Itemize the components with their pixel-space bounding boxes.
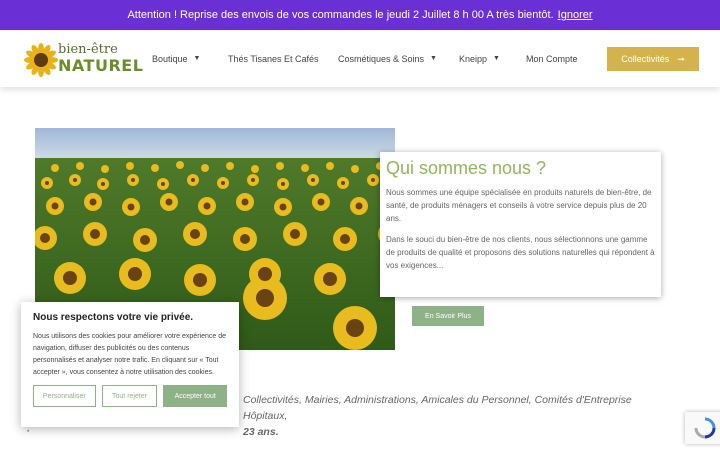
cookie-text: Nous utilisons des cookies pour améliore…	[33, 333, 226, 376]
footer-mark: *	[27, 430, 30, 436]
about-title: Qui sommes nous ?	[386, 158, 547, 178]
cookie-customize-button[interactable]: Personnaliser	[33, 385, 96, 407]
announcement-text: Attention ! Reprise des envois de vos co…	[127, 9, 554, 21]
body-text: Collectivités, Mairies, Administrations,…	[243, 392, 673, 440]
cookie-title: Nous respectons votre vie privée.	[33, 312, 194, 323]
logo-line2: NATUREL	[58, 56, 144, 75]
nav-item-label: Mon Compte	[526, 53, 578, 64]
nav-item-label: Boutique	[152, 53, 188, 64]
site-logo[interactable]: bien-être NATUREL	[24, 42, 143, 77]
body-text-line1: Collectivités, Mairies, Administrations,…	[243, 394, 632, 422]
nav-item-mon-compte[interactable]: Mon Compte	[526, 30, 578, 87]
chevron-down-icon: ▼	[193, 55, 201, 62]
logo-line1: bien-être	[58, 42, 118, 57]
collectivites-button[interactable]: Collectivités ➞	[607, 47, 699, 71]
announcement-bar: Attention ! Reprise des envois de vos co…	[0, 0, 720, 30]
learn-more-button[interactable]: En Savoir Plus	[412, 306, 484, 326]
arrow-right-icon: ➞	[677, 53, 685, 64]
sunflower-logo-icon	[24, 43, 58, 77]
site-header: bien-être NATUREL Boutique ▼ Thés Tisane…	[0, 30, 720, 87]
cookie-buttons: Personnaliser Tout rejeter Accepter tout	[33, 385, 228, 407]
nav-item-label: Cosmétiques & Soins	[338, 53, 425, 64]
cookie-accept-button[interactable]: Accepter tout	[163, 385, 228, 407]
nav-item-label: Kneipp	[459, 53, 488, 64]
nav-item-cosmetiques[interactable]: Cosmétiques & Soins ▼	[338, 30, 437, 87]
dismiss-announcement-link[interactable]: Ignorer	[558, 9, 593, 21]
recaptcha-badge[interactable]	[685, 412, 720, 444]
nav-item-thes-tisanes[interactable]: Thés Tisanes Et Cafés	[228, 30, 319, 87]
cta-label: Collectivités	[621, 54, 670, 64]
cookie-consent-banner: Nous respectons votre vie privée. Nous u…	[21, 302, 239, 427]
recaptcha-icon	[694, 417, 716, 439]
about-card: Qui sommes nous ? Nous sommes une équipe…	[380, 152, 661, 297]
nav-item-kneipp[interactable]: Kneipp ▼	[459, 30, 500, 87]
cookie-reject-button[interactable]: Tout rejeter	[101, 385, 158, 407]
body-text-line2: 23 ans.	[243, 426, 279, 438]
about-paragraph-2: Dans le souci du bien-être de nos client…	[386, 235, 655, 270]
chevron-down-icon: ▼	[493, 55, 500, 62]
chevron-down-icon: ▼	[430, 55, 437, 62]
nav-item-label: Thés Tisanes Et Cafés	[228, 53, 319, 64]
nav-item-boutique[interactable]: Boutique ▼	[152, 30, 200, 87]
about-paragraph-1: Nous sommes une équipe spécialisée en pr…	[386, 188, 652, 223]
